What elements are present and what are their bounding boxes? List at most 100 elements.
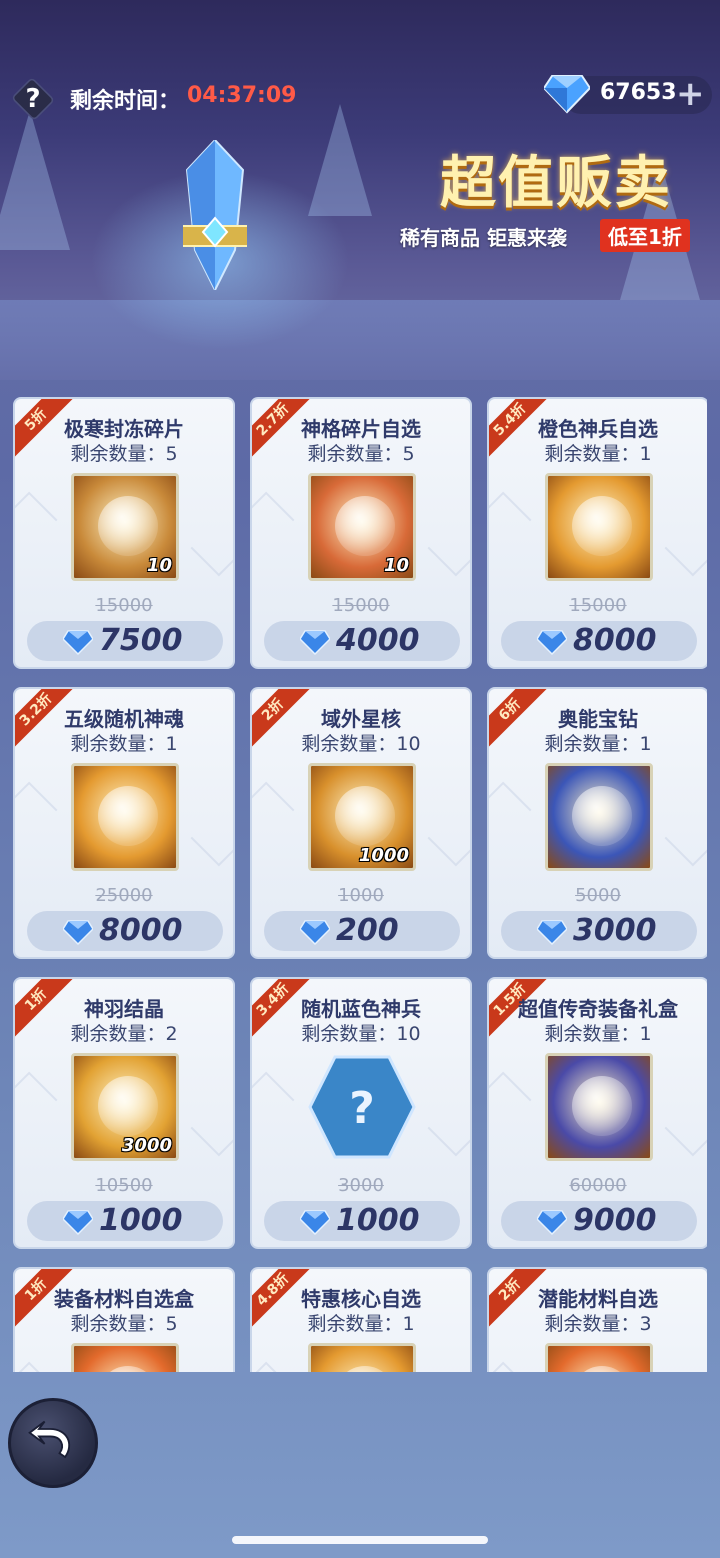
item-name: 五级随机神魂 bbox=[64, 707, 184, 731]
item-remaining: 剩余数量：1 bbox=[544, 733, 652, 755]
shop-item-card[interactable]: 4.8折 特惠核心自选 剩余数量：1 bbox=[250, 1267, 472, 1372]
ice-decoration bbox=[0, 110, 70, 250]
shop-item-card[interactable]: 2折 域外星核 剩余数量：10 1000 1000 200 bbox=[250, 687, 472, 959]
back-button[interactable] bbox=[8, 1398, 98, 1488]
original-price: 25000 bbox=[95, 885, 153, 906]
shop-item-card[interactable]: 5折 极寒封冻碎片 剩余数量：5 10 15000 7500 bbox=[13, 397, 235, 669]
item-remaining: 剩余数量：5 bbox=[70, 1313, 178, 1335]
diamond-icon bbox=[300, 1210, 330, 1235]
shop-item-card[interactable]: 2折 潜能材料自选 剩余数量：3 bbox=[487, 1267, 707, 1372]
item-remaining: 剩余数量：5 bbox=[70, 443, 178, 465]
card-decoration bbox=[489, 1361, 532, 1372]
item-remaining: 剩余数量：1 bbox=[70, 733, 178, 755]
item-name: 域外星核 bbox=[321, 707, 401, 731]
item-quantity: 1000 bbox=[358, 845, 409, 866]
item-thumbnail[interactable]: 1000 bbox=[308, 763, 416, 871]
item-thumbnail[interactable] bbox=[545, 473, 653, 581]
card-decoration bbox=[190, 1361, 233, 1372]
item-name: 随机蓝色神兵 bbox=[301, 997, 421, 1021]
item-name: 橙色神兵自选 bbox=[538, 417, 658, 441]
item-remaining: 剩余数量：3 bbox=[544, 1313, 652, 1335]
item-price: 8000 bbox=[99, 913, 183, 948]
card-decoration bbox=[15, 1071, 58, 1157]
item-thumbnail[interactable] bbox=[308, 1343, 416, 1372]
item-name: 奥能宝钻 bbox=[558, 707, 638, 731]
timer-label: 剩余时间： bbox=[70, 89, 181, 114]
shop-item-card[interactable]: 1折 神羽结晶 剩余数量：2 3000 10500 1000 bbox=[13, 977, 235, 1249]
item-icon bbox=[98, 1076, 158, 1136]
original-price: 15000 bbox=[569, 595, 627, 616]
card-decoration bbox=[489, 781, 532, 867]
item-icon bbox=[98, 496, 158, 556]
item-icon bbox=[335, 496, 395, 556]
back-arrow-icon bbox=[28, 1420, 71, 1459]
gem-count: 67653 bbox=[600, 80, 677, 105]
item-thumbnail[interactable] bbox=[71, 763, 179, 871]
item-thumbnail[interactable] bbox=[545, 1053, 653, 1161]
card-decoration bbox=[664, 1361, 707, 1372]
item-remaining: 剩余数量：10 bbox=[301, 1023, 421, 1045]
item-thumbnail[interactable] bbox=[545, 763, 653, 871]
diamond-icon bbox=[63, 630, 93, 655]
original-price: 3000 bbox=[338, 1175, 384, 1196]
card-decoration bbox=[15, 781, 58, 867]
shop-item-card[interactable]: 1.5折 超值传奇装备礼盒 剩余数量：1 60000 9000 bbox=[487, 977, 707, 1249]
item-thumbnail[interactable]: 10 bbox=[308, 473, 416, 581]
diamond-icon bbox=[544, 75, 590, 114]
item-quantity: 10 bbox=[146, 555, 172, 576]
card-decoration bbox=[427, 491, 470, 577]
item-name: 潜能材料自选 bbox=[538, 1287, 658, 1311]
card-decoration bbox=[15, 1361, 58, 1372]
shop-item-card[interactable]: 3.4折 随机蓝色神兵 剩余数量：10 ? 3000 1000 bbox=[250, 977, 472, 1249]
card-decoration bbox=[252, 1071, 295, 1157]
diamond-icon bbox=[537, 1210, 567, 1235]
item-thumbnail[interactable] bbox=[545, 1343, 653, 1372]
item-price: 1000 bbox=[336, 1203, 420, 1238]
card-decoration bbox=[252, 491, 295, 577]
crystal-icon bbox=[183, 140, 247, 290]
original-price: 15000 bbox=[95, 595, 153, 616]
svg-text:?: ? bbox=[349, 1083, 375, 1134]
card-decoration bbox=[252, 1361, 295, 1372]
shop-item-card[interactable]: 1折 装备材料自选盒 剩余数量：5 bbox=[13, 1267, 235, 1372]
original-price: 15000 bbox=[332, 595, 390, 616]
item-price: 7500 bbox=[99, 623, 183, 658]
item-thumbnail[interactable]: 10 bbox=[71, 473, 179, 581]
item-price: 3000 bbox=[573, 913, 657, 948]
item-remaining: 剩余数量：10 bbox=[301, 733, 421, 755]
item-thumbnail[interactable] bbox=[71, 1343, 179, 1372]
item-name: 超值传奇装备礼盒 bbox=[518, 997, 678, 1021]
diamond-icon bbox=[537, 920, 567, 945]
card-decoration bbox=[489, 1071, 532, 1157]
home-indicator[interactable] bbox=[232, 1536, 488, 1544]
shop-item-card[interactable]: 5.4折 橙色神兵自选 剩余数量：1 15000 8000 bbox=[487, 397, 707, 669]
item-thumbnail[interactable]: ? bbox=[308, 1053, 416, 1161]
card-decoration bbox=[427, 781, 470, 867]
shop-item-card[interactable]: 6折 奥能宝钻 剩余数量：1 5000 3000 bbox=[487, 687, 707, 959]
card-decoration bbox=[489, 491, 532, 577]
item-remaining: 剩余数量：1 bbox=[307, 1313, 415, 1335]
item-icon bbox=[98, 786, 158, 846]
item-icon bbox=[335, 786, 395, 846]
item-thumbnail[interactable]: 3000 bbox=[71, 1053, 179, 1161]
item-remaining: 剩余数量：2 bbox=[70, 1023, 178, 1045]
mystery-weapon-icon: ? bbox=[308, 1055, 416, 1159]
plus-icon[interactable]: + bbox=[676, 74, 705, 114]
card-decoration bbox=[427, 1071, 470, 1157]
promo-title: 超值贩卖 bbox=[440, 151, 672, 216]
card-decoration bbox=[252, 781, 295, 867]
shop-item-card[interactable]: 2.7折 神格碎片自选 剩余数量：5 10 15000 4000 bbox=[250, 397, 472, 669]
shop-item-card[interactable]: 3.2折 五级随机神魂 剩余数量：1 25000 8000 bbox=[13, 687, 235, 959]
item-name: 极寒封冻碎片 bbox=[64, 417, 184, 441]
help-icon[interactable]: ? bbox=[12, 80, 54, 118]
item-price: 200 bbox=[336, 913, 399, 948]
card-decoration bbox=[190, 491, 233, 577]
card-decoration bbox=[427, 1361, 470, 1372]
card-decoration bbox=[15, 491, 58, 577]
item-remaining: 剩余数量：1 bbox=[544, 1023, 652, 1045]
diamond-icon bbox=[537, 630, 567, 655]
diamond-icon bbox=[63, 1210, 93, 1235]
item-quantity: 3000 bbox=[121, 1135, 172, 1156]
item-name: 神格碎片自选 bbox=[301, 417, 421, 441]
item-price: 1000 bbox=[99, 1203, 183, 1238]
